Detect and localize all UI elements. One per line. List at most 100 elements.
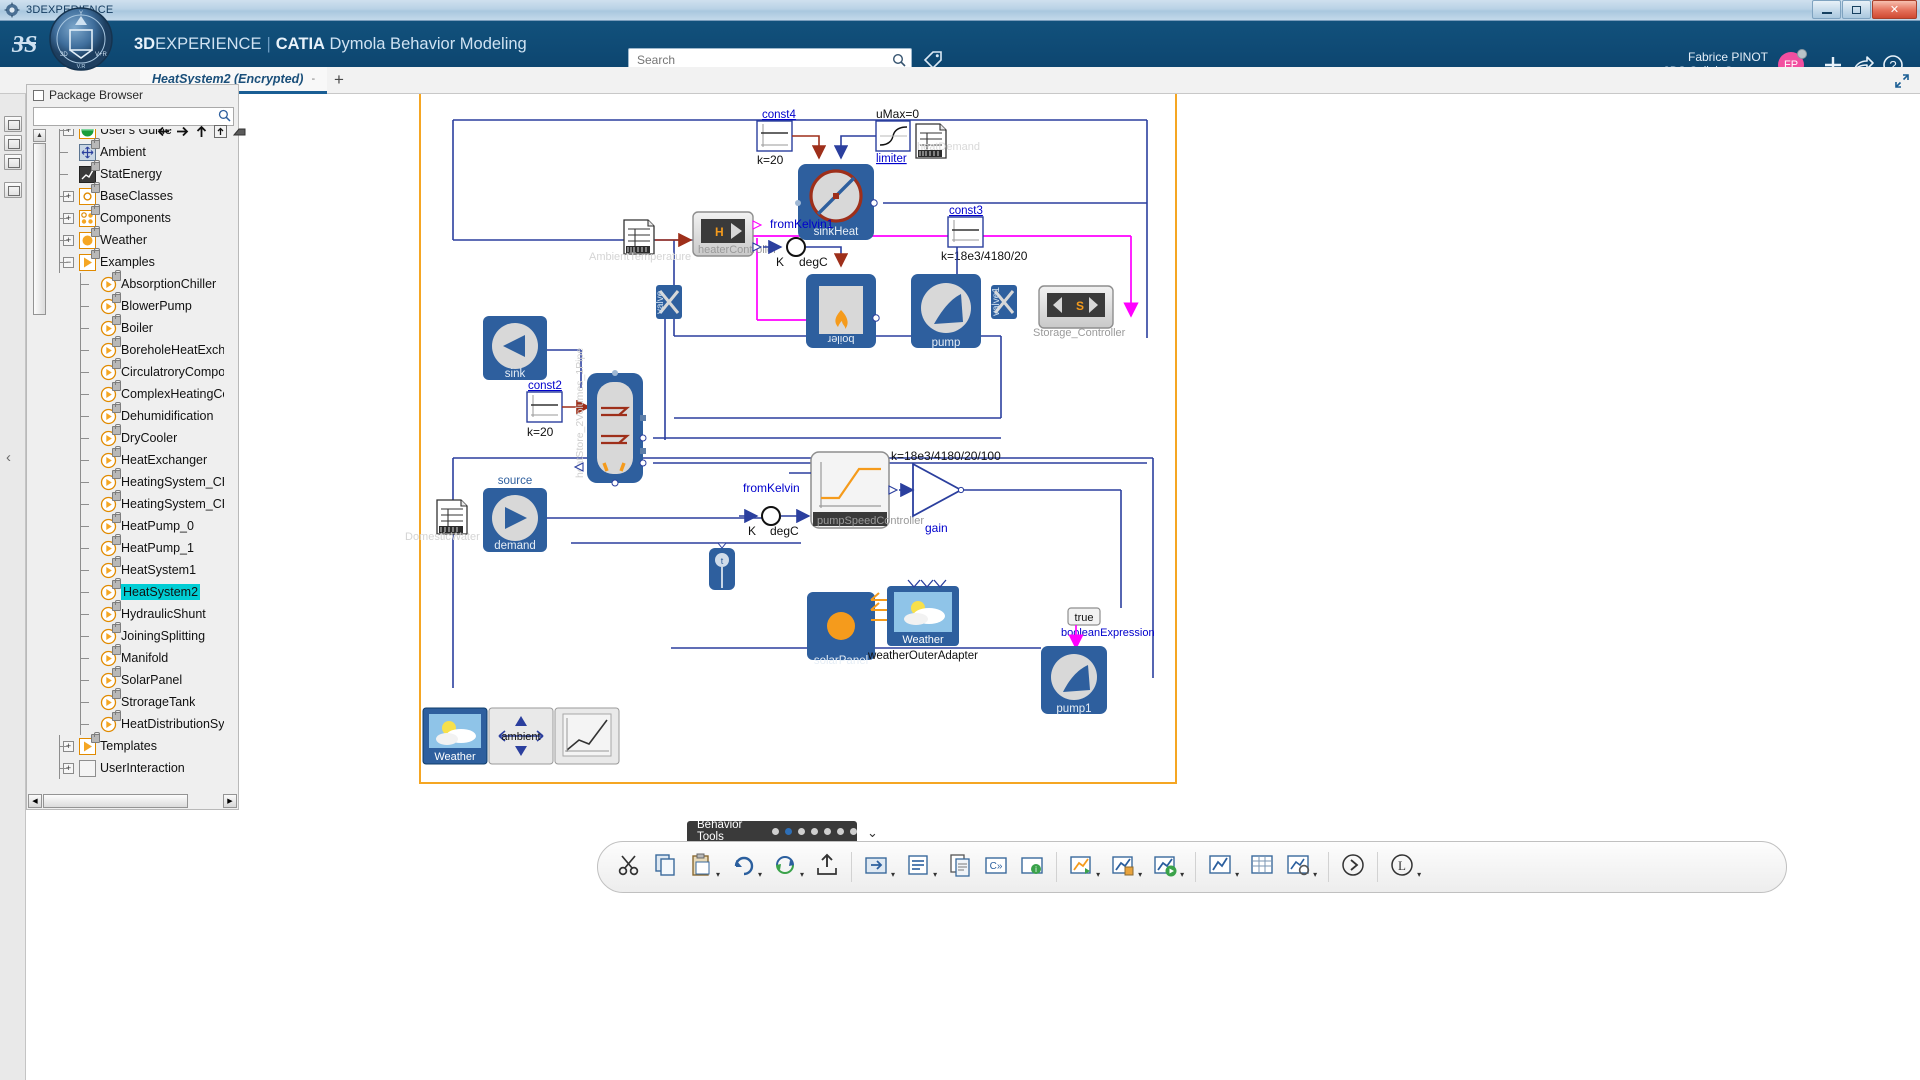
rail-button-2[interactable] xyxy=(3,135,22,151)
tree-node-templates[interactable]: + Templates xyxy=(54,731,224,757)
chevron-down-icon[interactable]: ▾ xyxy=(800,870,804,879)
component-sink[interactable]: sink xyxy=(483,316,547,380)
component-storage-controller[interactable]: S Storage_Controller xyxy=(1033,285,1126,339)
tree-node-examples[interactable]: − Examples xyxy=(54,247,224,273)
tree-node-manifold[interactable]: Manifold xyxy=(54,643,224,669)
component-const4[interactable]: const4 k=20 xyxy=(756,109,796,167)
code-view-button[interactable]: C» xyxy=(979,845,1013,889)
tree-horizontal-scrollbar[interactable]: ◀ ▶ xyxy=(28,794,237,808)
component-domesticwater[interactable]: DomesticWater xyxy=(405,499,480,543)
package-tree[interactable]: ▲ + User's Guide Ambient StatEnergy + BaseCla… xyxy=(28,129,224,793)
rail-button-3[interactable] xyxy=(3,154,22,170)
behavior-tools-dot-7[interactable] xyxy=(850,827,857,835)
tools-settings-button[interactable]: ▾ xyxy=(1281,845,1321,889)
chevron-down-icon[interactable]: ▾ xyxy=(1417,870,1421,879)
component-limiter[interactable]: uMax=0 limiter xyxy=(875,107,919,165)
component-fromkelvin1[interactable]: fromKelvin1 K degC xyxy=(763,217,849,269)
component-gain[interactable]: k=18e3/4180/20/100 gain xyxy=(891,449,1122,608)
tree-vertical-scrollbar[interactable]: ▲ xyxy=(33,129,46,793)
chevron-down-icon[interactable]: ▾ xyxy=(1313,870,1317,879)
tree-node-joiningsplitting[interactable]: JoiningSplitting xyxy=(54,621,224,647)
component-weatheroureradapter[interactable]: Weather weatherOuterAdapter xyxy=(867,579,978,662)
component-ambienttemperature[interactable]: AmbientTemperature xyxy=(589,219,693,263)
copy-button[interactable] xyxy=(648,845,682,889)
3dexperience-compass[interactable]: Y 3D V+R V.R xyxy=(48,6,114,72)
forward-arrow-icon[interactable] xyxy=(176,125,189,138)
tree-node-boreholeheatexchanger[interactable]: BoreholeHeatExchanger xyxy=(54,335,224,361)
behavior-tools-dot-1[interactable] xyxy=(772,827,779,835)
bottom-component-cluster[interactable]: Weather ambient xyxy=(422,707,620,765)
eraser-icon[interactable] xyxy=(232,125,246,138)
package-search-input[interactable] xyxy=(34,110,215,123)
tree-node-components[interactable]: + Components xyxy=(54,203,224,229)
list-view-button[interactable]: ▾ xyxy=(901,845,941,889)
tree-node-circulatrorycompound[interactable]: CirculatroryCompound xyxy=(54,357,224,383)
cut-button[interactable] xyxy=(612,845,646,889)
search-input[interactable] xyxy=(629,52,887,67)
tree-node-hydraulicshunt[interactable]: HydraulicShunt xyxy=(54,599,224,625)
component-boiler[interactable]: boiler xyxy=(806,274,880,348)
tree-node-drycooler[interactable]: DryCooler xyxy=(54,423,224,449)
hscroll-left-icon[interactable]: ◀ xyxy=(28,794,42,808)
component-pump[interactable]: pump xyxy=(911,274,981,349)
tree-node-statenergy[interactable]: StatEnergy xyxy=(54,159,224,185)
behavior-tools-chevron-icon[interactable]: ⌄ xyxy=(867,825,878,841)
component-source[interactable]: source demand xyxy=(483,475,547,552)
grid-table-button[interactable] xyxy=(1245,845,1279,889)
collapse-panel-chevron-icon[interactable]: ‹ xyxy=(6,449,11,466)
info-doc-button[interactable]: i xyxy=(1015,845,1049,889)
tree-node-heatexchanger[interactable]: HeatExchanger xyxy=(54,445,224,471)
expand-diagonal-icon[interactable] xyxy=(1892,71,1912,91)
tree-node-heatdistributionsystem[interactable]: HeatDistributionSystem xyxy=(54,709,224,735)
behavior-tools-dot-6[interactable] xyxy=(837,827,844,835)
tree-node-dehumidification[interactable]: Dehumidification xyxy=(54,401,224,427)
tree-node-baseclasses[interactable]: + BaseClasses xyxy=(54,181,224,207)
behavior-tools-dot-4[interactable] xyxy=(811,827,818,835)
behavior-tools-tab[interactable]: Behavior Tools xyxy=(687,819,857,843)
tree-node-absorptionchiller[interactable]: AbsorptionChiller xyxy=(54,269,224,295)
chart-plot-button[interactable]: ▾ xyxy=(1203,845,1243,889)
diagram-canvas[interactable]: const4 k=20 uMax=0 limiter heatDemand si… xyxy=(239,94,1920,1080)
chevron-down-icon[interactable]: ▾ xyxy=(1180,870,1184,879)
behavior-tools-dot-3[interactable] xyxy=(798,827,805,835)
close-button[interactable]: ✕ xyxy=(1872,0,1917,19)
search-icon[interactable] xyxy=(887,53,911,67)
scroll-up-icon[interactable]: ▲ xyxy=(33,129,46,142)
component-pump1[interactable]: pump1 xyxy=(1041,646,1107,715)
chevron-down-icon[interactable]: ▾ xyxy=(1235,870,1239,879)
add-tab-button[interactable]: + xyxy=(330,70,348,90)
component-solarpanel[interactable]: solarPanel xyxy=(807,592,875,667)
undo-button[interactable]: ▾ xyxy=(726,845,766,889)
tree-node-heatpump-0[interactable]: HeatPump_0 xyxy=(54,511,224,537)
tree-node-stroragetank[interactable]: StrorageTank xyxy=(54,687,224,713)
component-heatdemand[interactable]: heatDemand xyxy=(915,123,980,159)
tree-node-heatpump-1[interactable]: HeatPump_1 xyxy=(54,533,224,559)
up-level-icon[interactable] xyxy=(214,125,227,138)
component-booleanexpression[interactable]: true booleanExpression xyxy=(1061,607,1155,650)
tree-node-blowerpump[interactable]: BlowerPump xyxy=(54,291,224,317)
simulate-button[interactable]: ▾ xyxy=(1064,845,1104,889)
tree-node-complexheatingcooling[interactable]: ComplexHeatingCooling xyxy=(54,379,224,405)
tree-node-ambient[interactable]: Ambient xyxy=(54,137,224,163)
chevron-down-icon[interactable]: ▾ xyxy=(933,870,937,879)
diagram-frame[interactable]: const4 k=20 uMax=0 limiter heatDemand si… xyxy=(405,94,1177,784)
tree-node-boiler[interactable]: Boiler xyxy=(54,313,224,339)
rail-button-1[interactable] xyxy=(3,116,22,132)
component-heatercontroller[interactable]: H heaterController xyxy=(692,211,777,257)
rail-button-4[interactable] xyxy=(3,182,22,198)
tree-node-heatingsystem-chp-1[interactable]: HeatingSystem_CHP_1 xyxy=(54,489,224,515)
component-timer[interactable]: t xyxy=(709,542,735,590)
chevron-down-icon[interactable]: ▾ xyxy=(1096,870,1100,879)
hscroll-right-icon[interactable]: ▶ xyxy=(223,794,237,808)
package-search[interactable] xyxy=(33,107,234,126)
chevron-down-icon[interactable]: ▾ xyxy=(891,870,895,879)
duplicate-button[interactable] xyxy=(943,845,977,889)
play-run-button[interactable]: ▾ xyxy=(1148,845,1188,889)
tree-node-heatingsystem-chp-0[interactable]: HeatingSystem_CHP_0 xyxy=(54,467,224,493)
behavior-tools-dot-5[interactable] xyxy=(824,827,831,835)
update-button[interactable]: ▾ xyxy=(768,845,808,889)
tree-node-solarpanel[interactable]: SolarPanel xyxy=(54,665,224,691)
up-arrow-icon[interactable] xyxy=(195,125,208,138)
component-valve[interactable]: valve xyxy=(655,285,682,319)
minimize-button[interactable] xyxy=(1812,0,1841,19)
